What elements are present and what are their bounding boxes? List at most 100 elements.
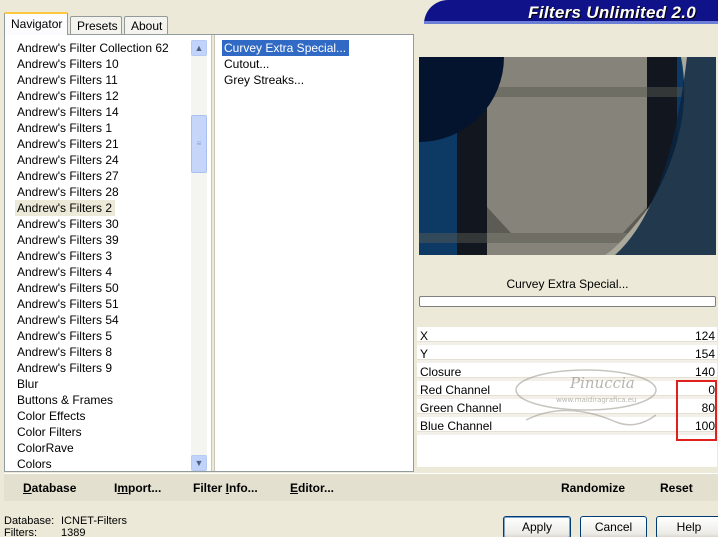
- category-item[interactable]: Andrew's Filters 4: [15, 265, 112, 279]
- cancel-button[interactable]: Cancel: [580, 516, 647, 537]
- category-scrollbar[interactable]: ▲ ≡ ▼: [191, 40, 207, 471]
- parameter-row[interactable]: Y 154: [417, 345, 717, 363]
- category-row[interactable]: Andrew's Filters 28: [15, 184, 191, 200]
- parameter-row[interactable]: X 124: [417, 327, 717, 345]
- help-button[interactable]: Help: [656, 516, 718, 537]
- category-item[interactable]: Andrew's Filters 12: [15, 89, 119, 103]
- filter-row[interactable]: Cutout...: [222, 56, 412, 72]
- parameter-panel: X 124 Y 154 Closure 140 Red Channel 0 Green Chan…: [417, 327, 717, 467]
- editor-button[interactable]: Editor...: [290, 481, 334, 495]
- action-bar: Database Import... Filter Info... Editor…: [4, 473, 718, 501]
- status-info: Database: ICNET-Filters Filters: 1389: [4, 515, 127, 537]
- app-banner: Filters Unlimited 2.0: [424, 0, 718, 24]
- category-item[interactable]: Andrew's Filters 24: [15, 153, 119, 167]
- category-item[interactable]: ColorRave: [15, 441, 74, 455]
- scroll-down-button[interactable]: ▼: [191, 455, 207, 471]
- category-item[interactable]: Andrew's Filters 51: [15, 297, 119, 311]
- category-item[interactable]: Andrew's Filters 8: [15, 345, 112, 359]
- parameter-row[interactable]: Blue Channel 100: [417, 417, 717, 435]
- filter-item[interactable]: Curvey Extra Special...: [222, 40, 350, 56]
- category-row[interactable]: Andrew's Filters 54: [15, 312, 191, 328]
- category-row[interactable]: Andrew's Filters 3: [15, 248, 191, 264]
- category-item[interactable]: Andrew's Filters 28: [15, 185, 119, 199]
- filter-row[interactable]: Grey Streaks...: [222, 72, 412, 88]
- tab-presets[interactable]: Presets: [70, 16, 122, 34]
- category-row[interactable]: Andrew's Filters 51: [15, 296, 191, 312]
- category-row[interactable]: Andrew's Filters 1: [15, 120, 191, 136]
- category-item[interactable]: Andrew's Filters 50: [15, 281, 119, 295]
- category-item[interactable]: Andrew's Filters 11: [15, 73, 118, 87]
- category-list[interactable]: Andrew's Filter Collection 62 Andrew's Fi…: [15, 40, 191, 472]
- scroll-thumb[interactable]: ≡: [191, 115, 207, 173]
- category-row[interactable]: Andrew's Filters 12: [15, 88, 191, 104]
- category-item[interactable]: Andrew's Filters 21: [15, 137, 119, 151]
- filter-item[interactable]: Grey Streaks...: [222, 73, 304, 87]
- category-row[interactable]: Blur: [15, 376, 191, 392]
- category-item[interactable]: Andrew's Filters 5: [15, 329, 112, 343]
- category-item[interactable]: Andrew's Filters 14: [15, 105, 119, 119]
- category-item[interactable]: Andrew's Filters 27: [15, 169, 119, 183]
- category-row[interactable]: Color Effects: [15, 408, 191, 424]
- list-divider[interactable]: [211, 35, 215, 471]
- category-row[interactable]: Andrew's Filters 10: [15, 56, 191, 72]
- category-item[interactable]: Andrew's Filters 2: [15, 200, 115, 216]
- category-row[interactable]: Andrew's Filters 11: [15, 72, 191, 88]
- parameter-row[interactable]: Red Channel 0: [417, 381, 717, 399]
- category-row[interactable]: Andrew's Filters 21: [15, 136, 191, 152]
- navigator-panel: Andrew's Filter Collection 62 Andrew's Fi…: [4, 34, 414, 472]
- tab-about[interactable]: About: [124, 16, 168, 34]
- category-item[interactable]: Blur: [15, 377, 38, 391]
- progress-bar: [419, 296, 716, 307]
- category-item[interactable]: Andrew's Filter Collection 62: [15, 41, 169, 55]
- category-row[interactable]: ColorRave: [15, 440, 191, 456]
- filter-list[interactable]: Curvey Extra Special... Cutout... Grey Str…: [222, 40, 412, 88]
- category-row[interactable]: Andrew's Filters 4: [15, 264, 191, 280]
- category-row[interactable]: Andrew's Filters 5: [15, 328, 191, 344]
- category-row[interactable]: Andrew's Filter Collection 62: [15, 40, 191, 56]
- filter-item[interactable]: Cutout...: [222, 57, 269, 71]
- reset-button[interactable]: Reset: [660, 481, 693, 495]
- category-item[interactable]: Andrew's Filters 10: [15, 57, 119, 71]
- category-row[interactable]: Andrew's Filters 30: [15, 216, 191, 232]
- category-row[interactable]: Andrew's Filters 24: [15, 152, 191, 168]
- category-item[interactable]: Buttons & Frames: [15, 393, 113, 407]
- import-button[interactable]: Import...: [114, 481, 161, 495]
- randomize-button[interactable]: Randomize: [561, 481, 625, 495]
- scroll-up-button[interactable]: ▲: [191, 40, 207, 56]
- category-item[interactable]: Andrew's Filters 30: [15, 217, 119, 231]
- category-row[interactable]: Andrew's Filters 50: [15, 280, 191, 296]
- category-item[interactable]: Andrew's Filters 3: [15, 249, 112, 263]
- values-highlight-box: [676, 380, 717, 441]
- apply-button[interactable]: Apply: [503, 516, 571, 537]
- category-item[interactable]: Andrew's Filters 39: [15, 233, 119, 247]
- database-button[interactable]: Database: [23, 481, 76, 495]
- filter-info-button[interactable]: Filter Info...: [193, 481, 258, 495]
- preview-image: [419, 57, 716, 255]
- category-item[interactable]: Andrew's Filters 9: [15, 361, 112, 375]
- category-item[interactable]: Andrew's Filters 1: [15, 121, 112, 135]
- category-row[interactable]: Andrew's Filters 14: [15, 104, 191, 120]
- category-row[interactable]: Andrew's Filters 8: [15, 344, 191, 360]
- category-item[interactable]: Colors: [15, 457, 52, 471]
- database-label: Database:: [4, 515, 55, 527]
- tab-navigator[interactable]: Navigator: [4, 12, 68, 35]
- filter-row[interactable]: Curvey Extra Special...: [222, 40, 412, 56]
- parameter-row[interactable]: Green Channel 80: [417, 399, 717, 417]
- database-value: ICNET-Filters: [61, 515, 127, 527]
- category-item[interactable]: Color Filters: [15, 425, 82, 439]
- category-row[interactable]: Andrew's Filters 27: [15, 168, 191, 184]
- category-row[interactable]: Andrew's Filters 39: [15, 232, 191, 248]
- category-item[interactable]: Andrew's Filters 54: [15, 313, 119, 327]
- filter-name-display: Curvey Extra Special...: [419, 274, 716, 294]
- preview-graphic: [419, 57, 716, 255]
- filters-count-value: 1389: [61, 527, 86, 537]
- filters-count-label: Filters:: [4, 527, 37, 537]
- parameter-row[interactable]: Closure 140: [417, 363, 717, 381]
- category-row[interactable]: Buttons & Frames: [15, 392, 191, 408]
- category-row[interactable]: Andrew's Filters 9: [15, 360, 191, 376]
- category-row[interactable]: Color Filters: [15, 424, 191, 440]
- category-row[interactable]: Colors: [15, 456, 191, 472]
- category-row[interactable]: Andrew's Filters 2: [15, 200, 191, 216]
- parameter-slider[interactable]: [417, 431, 717, 435]
- category-item[interactable]: Color Effects: [15, 409, 85, 423]
